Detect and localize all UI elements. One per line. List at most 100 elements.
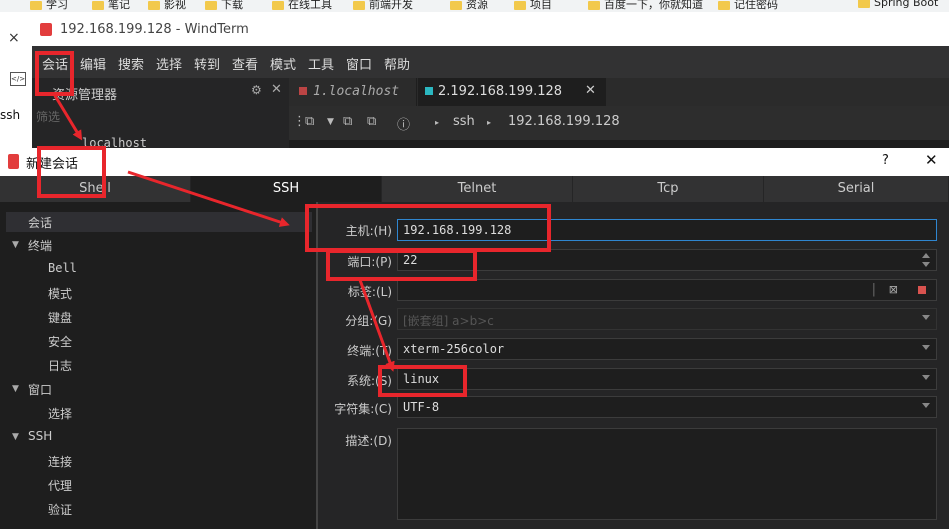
close-icon[interactable]: ✕ xyxy=(925,151,938,169)
folder-icon xyxy=(272,0,284,10)
menu-edit[interactable]: 编辑 xyxy=(80,54,106,73)
bookmark-item[interactable]: 百度一下，你就知道 xyxy=(588,0,703,11)
group-select[interactable]: [嵌套组] a>b>c xyxy=(397,308,937,330)
bookmark-item[interactable]: 学习 xyxy=(30,0,68,11)
terminal-area[interactable] xyxy=(289,140,949,148)
menu-select[interactable]: 选择 xyxy=(156,54,182,73)
chevron-down-icon[interactable]: ▼ xyxy=(12,384,19,394)
tree-item-security[interactable]: 安全 xyxy=(48,333,72,350)
clear-icon[interactable]: ⊠ xyxy=(889,283,898,296)
tab-remote-host[interactable]: 2.192.168.199.128 ✕ xyxy=(418,78,606,106)
tab-telnet[interactable]: Telnet xyxy=(382,176,573,202)
help-icon[interactable]: ? xyxy=(882,153,889,168)
bookmark-label: 项目 xyxy=(530,0,552,11)
menu-search[interactable]: 搜索 xyxy=(118,54,144,73)
charset-select[interactable]: UTF-8 xyxy=(397,396,937,418)
close-icon[interactable]: ✕ xyxy=(271,82,282,97)
annotation-box-menu-session xyxy=(35,51,74,96)
chevron-down-icon[interactable] xyxy=(922,345,930,350)
dialog-titlebar: 新建会话 ? ✕ xyxy=(0,148,949,176)
bookmark-item[interactable]: 资源 xyxy=(450,0,488,11)
session-icon xyxy=(299,87,307,95)
tree-item-bell[interactable]: Bell xyxy=(48,261,77,275)
menu-bar: 会话 编辑 搜索 选择 转到 查看 模式 工具 窗口 帮助 xyxy=(32,46,949,78)
tree-item-terminal[interactable]: 终端 xyxy=(28,237,52,254)
breadcrumb-host[interactable]: 192.168.199.128 xyxy=(508,114,620,129)
tab-localhost[interactable]: 1.localhost xyxy=(289,78,417,106)
bookmark-item[interactable]: 下载 xyxy=(205,0,243,11)
system-select[interactable]: linux xyxy=(397,368,937,390)
bookmark-label: 影视 xyxy=(164,0,186,11)
new-window-icon[interactable]: ⧉ xyxy=(343,114,352,129)
chevron-down-icon[interactable]: ▼ xyxy=(12,432,19,442)
new-session-icon[interactable]: ⧉ xyxy=(305,114,314,129)
tree-item-ssh[interactable]: SSH xyxy=(28,429,52,443)
chevron-down-icon[interactable] xyxy=(922,403,930,408)
tab-close-icon[interactable]: ✕ xyxy=(585,83,596,98)
bookmark-item[interactable]: 笔记 xyxy=(92,0,130,11)
spin-up-icon[interactable] xyxy=(922,253,930,258)
tree-item-auth[interactable]: 验证 xyxy=(48,501,72,518)
tree-item-proxy[interactable]: 代理 xyxy=(48,477,72,494)
port-stepper[interactable]: 22 xyxy=(397,249,937,271)
tree-item-selection[interactable]: 选择 xyxy=(48,405,72,422)
tree-item-connection[interactable]: 连接 xyxy=(48,453,72,470)
bookmark-item[interactable]: 在线工具 xyxy=(272,0,332,11)
tree-item-session[interactable]: 会话 xyxy=(6,212,312,232)
chevron-down-icon[interactable] xyxy=(922,375,930,380)
terminal-select[interactable]: xterm-256color xyxy=(397,338,937,360)
duplicate-icon[interactable]: ⧉ xyxy=(367,114,376,129)
color-tag-icon[interactable] xyxy=(918,286,926,294)
tab-ssh[interactable]: SSH xyxy=(191,176,382,202)
settings-tree: 会话 ▼ 终端 Bell 模式 键盘 安全 日志 ▼ 窗口 选择 ▼ SSH 连… xyxy=(0,202,318,529)
annotation-box-host xyxy=(305,204,551,252)
tab-label: 2.192.168.199.128 xyxy=(438,84,563,99)
chevron-down-icon[interactable]: ▼ xyxy=(327,117,334,127)
browser-bookmarks-bar: 学习 笔记 影视 下载 在线工具 前端开发 资源 项目 百度一下，你就知道 记住密码 Spring … xyxy=(0,0,949,12)
bookmark-item[interactable]: 影视 xyxy=(148,0,186,11)
spin-down-icon[interactable] xyxy=(922,262,930,267)
folder-icon xyxy=(30,0,42,10)
bookmark-label: Spring Boot xyxy=(874,0,939,9)
tree-item-window[interactable]: 窗口 xyxy=(28,381,52,398)
menu-help[interactable]: 帮助 xyxy=(384,54,410,73)
windterm-logo-icon xyxy=(8,154,19,169)
breadcrumb-arrow-icon: ▸ xyxy=(487,118,492,127)
annotation-box-dialog-title xyxy=(37,146,106,198)
info-icon[interactable]: ⓘ xyxy=(397,114,410,133)
menu-window[interactable]: 窗口 xyxy=(346,54,372,73)
windterm-logo-icon xyxy=(40,23,52,36)
bookmark-label: 在线工具 xyxy=(288,0,332,11)
bookmark-label: 笔记 xyxy=(108,0,130,11)
tree-item-log[interactable]: 日志 xyxy=(48,357,72,374)
tag-label: 标签:(L) xyxy=(347,285,392,299)
menu-view[interactable]: 查看 xyxy=(232,54,258,73)
menu-mode[interactable]: 模式 xyxy=(270,54,296,73)
tag-input[interactable]: | ⊠ xyxy=(397,279,937,301)
chevron-down-icon[interactable] xyxy=(922,315,930,320)
chevron-down-icon[interactable]: ▼ xyxy=(12,240,19,250)
folder-icon xyxy=(514,0,526,10)
tab-tcp[interactable]: Tcp xyxy=(573,176,764,202)
filter-input[interactable]: 筛选 xyxy=(36,108,60,125)
bookmark-item[interactable]: 前端开发 xyxy=(353,0,413,11)
extension-icon[interactable]: </> xyxy=(10,72,26,86)
description-textarea[interactable] xyxy=(397,428,937,520)
browser-close-icon[interactable]: × xyxy=(8,30,20,46)
charset-label: 字符集:(C) xyxy=(334,402,392,416)
bookmark-item[interactable]: Spring Boot xyxy=(858,0,938,10)
bookmark-label: 前端开发 xyxy=(369,0,413,11)
menu-goto[interactable]: 转到 xyxy=(194,54,220,73)
bookmark-item[interactable]: 项目 xyxy=(514,0,552,11)
tree-item-mode[interactable]: 模式 xyxy=(48,285,72,302)
menu-tools[interactable]: 工具 xyxy=(308,54,334,73)
folder-icon xyxy=(718,0,730,10)
tab-serial[interactable]: Serial xyxy=(764,176,949,202)
bookmark-label: 下载 xyxy=(221,0,243,11)
bookmark-item[interactable]: 记住密码 xyxy=(718,0,778,11)
annotation-box-port xyxy=(326,249,477,281)
tree-item-keyboard[interactable]: 键盘 xyxy=(48,309,72,326)
breadcrumb-arrow-icon: ▸ xyxy=(435,118,440,127)
breadcrumb-protocol[interactable]: ssh xyxy=(453,114,475,129)
gear-icon[interactable]: ⚙ xyxy=(251,83,262,97)
